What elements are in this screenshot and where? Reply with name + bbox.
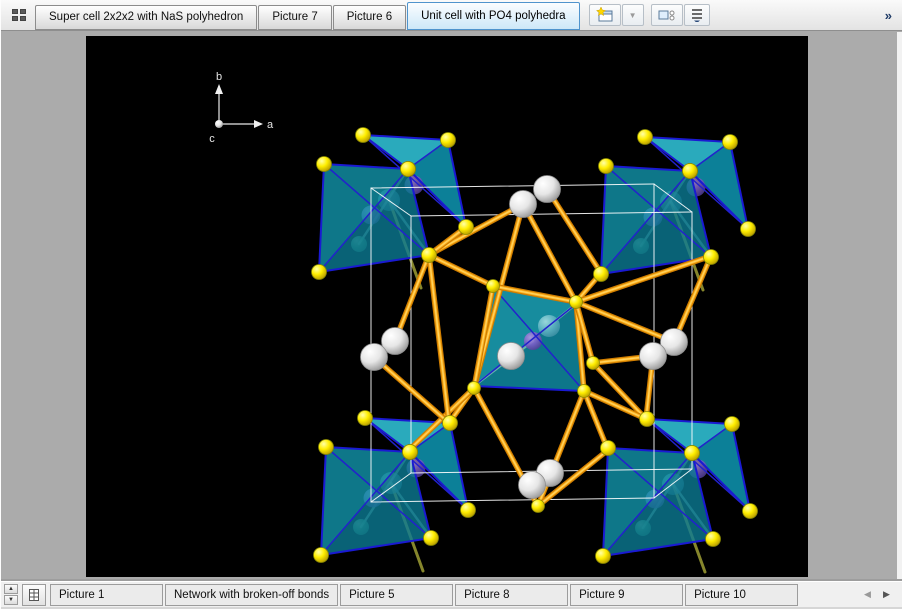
picture-grid-button[interactable] [22,584,46,606]
bottom-tab-bar: ▲ ▼ Picture 1Network with broken-off bon… [1,581,902,609]
overflow-chevron-button[interactable]: » [876,8,900,23]
scroll-down-button[interactable]: ▼ [4,595,18,605]
bottom-tab-4[interactable]: Picture 9 [570,584,683,606]
bottom-tab-1[interactable]: Network with broken-off bonds [165,584,338,606]
top-tab-2[interactable]: Picture 6 [333,5,406,30]
picture-options-button[interactable] [651,4,683,26]
tile-grid-icon [12,9,26,21]
picture-list-button[interactable] [684,4,710,26]
menu-lines-icon [691,8,703,22]
chevron-down-icon: ▼ [629,11,637,20]
svg-text:b: b [216,71,222,83]
top-tab-0[interactable]: Super cell 2x2x2 with NaS polyhedron [35,5,257,30]
table-grid-icon [29,589,39,601]
top-tab-bar: Super cell 2x2x2 with NaS polyhedronPict… [1,0,902,31]
tab-scroll-spinner: ▲ ▼ [4,584,18,605]
top-tab-3[interactable]: Unit cell with PO4 polyhedra [407,2,579,30]
prev-tab-button[interactable]: ◀ [859,585,876,605]
new-picture-icon [596,7,614,23]
new-picture-button[interactable] [589,4,621,26]
bottom-tab-5[interactable]: Picture 10 [685,584,798,606]
bottom-tab-3[interactable]: Picture 8 [455,584,568,606]
svg-text:a: a [267,119,274,131]
axes-widget: b a c [209,71,274,145]
crystal-structure-viewport[interactable]: bacP+5S-2Na+1 [86,36,808,577]
right-gutter [897,32,902,580]
bottom-tab-0[interactable]: Picture 1 [50,584,163,606]
top-tab-1[interactable]: Picture 7 [258,5,331,30]
tab-nav-arrows: ◀ ▶ [859,585,899,605]
new-picture-dropdown[interactable]: ▼ [622,4,644,26]
scroll-up-button[interactable]: ▲ [4,584,18,594]
structure-canvas[interactable]: bacP+5S-2Na+1 [86,36,808,577]
bottom-tabs: Picture 1Network with broken-off bondsPi… [50,584,798,606]
picture-toolbar: ▼ [589,4,710,26]
tile-windows-button[interactable] [3,4,35,26]
window-options-icon [658,8,676,22]
next-tab-button[interactable]: ▶ [878,585,895,605]
bottom-tab-2[interactable]: Picture 5 [340,584,453,606]
svg-text:c: c [209,133,215,145]
top-tabs: Super cell 2x2x2 with NaS polyhedronPict… [35,2,581,30]
application-window: Super cell 2x2x2 with NaS polyhedronPict… [0,0,902,609]
